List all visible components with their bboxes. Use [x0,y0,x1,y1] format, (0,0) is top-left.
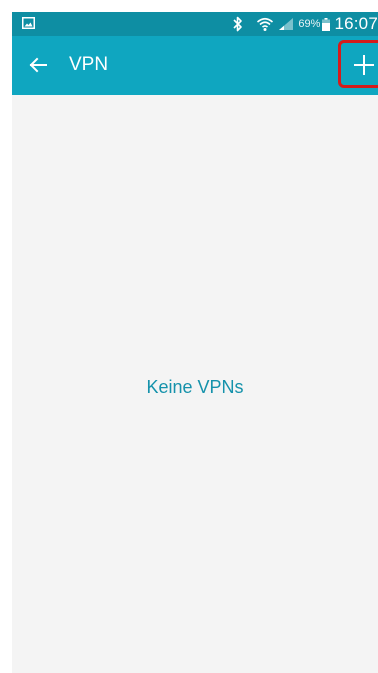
add-vpn-button[interactable] [338,40,378,88]
empty-state-message: Keine VPNs [146,377,244,397]
status-icons: 69% 16:07 [232,12,378,36]
signal-icon [279,18,294,30]
action-bar: VPN [12,36,378,95]
back-button[interactable] [26,53,50,77]
page-title: VPN [69,54,109,75]
battery-icon [322,17,331,31]
gallery-notification-icon [22,17,35,29]
bluetooth-icon [233,16,243,32]
status-time: 16:07 [334,14,378,33]
plus-icon [354,55,374,75]
wifi-icon [257,17,274,31]
screen: 69% 16:07 VPN Keine VPNs [12,12,378,673]
status-bar: 69% 16:07 [12,12,378,36]
arrow-left-icon [29,57,47,73]
battery-percent: 69% [298,18,321,30]
